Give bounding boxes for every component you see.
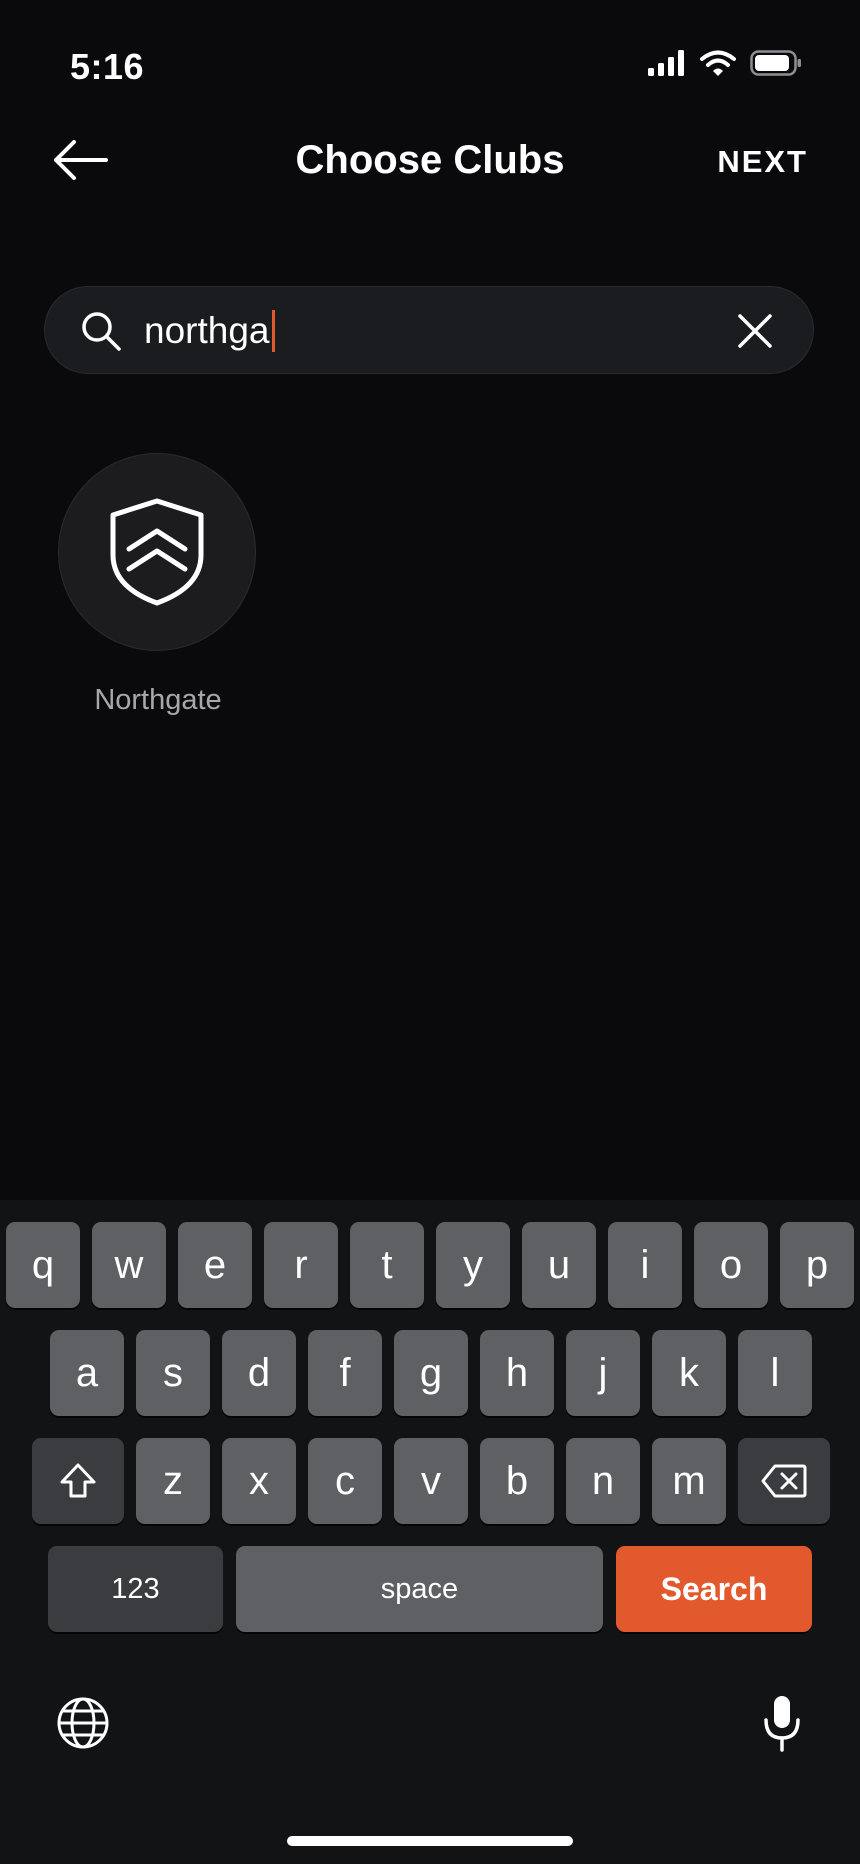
key-i[interactable]: i (608, 1222, 682, 1308)
shield-chevron-icon (110, 498, 204, 606)
club-result-northgate[interactable] (58, 453, 256, 651)
close-icon (738, 314, 772, 348)
club-name: Northgate (94, 684, 222, 716)
keyboard: q w e r t y u i o p a s d f g h j k l z … (0, 1200, 860, 1864)
backspace-key[interactable] (738, 1438, 830, 1524)
key-z[interactable]: z (136, 1438, 210, 1524)
space-key[interactable]: space (236, 1546, 603, 1632)
key-b[interactable]: b (480, 1438, 554, 1524)
key-u[interactable]: u (522, 1222, 596, 1308)
key-s[interactable]: s (136, 1330, 210, 1416)
key-f[interactable]: f (308, 1330, 382, 1416)
key-q[interactable]: q (6, 1222, 80, 1308)
battery-icon (750, 50, 801, 76)
search-key[interactable]: Search (616, 1546, 812, 1632)
next-button[interactable]: NEXT (717, 144, 808, 180)
key-l[interactable]: l (738, 1330, 812, 1416)
key-p[interactable]: p (780, 1222, 854, 1308)
microphone-icon (764, 1696, 800, 1752)
numbers-key[interactable]: 123 (48, 1546, 223, 1632)
wifi-icon (700, 50, 736, 76)
key-d[interactable]: d (222, 1330, 296, 1416)
key-m[interactable]: m (652, 1438, 726, 1524)
search-value: northga (144, 310, 270, 351)
key-h[interactable]: h (480, 1330, 554, 1416)
key-w[interactable]: w (92, 1222, 166, 1308)
key-t[interactable]: t (350, 1222, 424, 1308)
search-field-text[interactable]: northga (144, 306, 275, 356)
text-cursor (271, 310, 275, 352)
key-y[interactable]: y (436, 1222, 510, 1308)
key-g[interactable]: g (394, 1330, 468, 1416)
key-r[interactable]: r (264, 1222, 338, 1308)
key-k[interactable]: k (652, 1330, 726, 1416)
home-indicator[interactable] (287, 1836, 573, 1846)
key-a[interactable]: a (50, 1330, 124, 1416)
key-v[interactable]: v (394, 1438, 468, 1524)
key-c[interactable]: c (308, 1438, 382, 1524)
search-icon (82, 312, 121, 351)
status-icons (648, 50, 802, 76)
key-j[interactable]: j (566, 1330, 640, 1416)
shift-key[interactable] (32, 1438, 124, 1524)
shift-icon (60, 1463, 96, 1498)
clear-search-button[interactable] (730, 306, 780, 356)
globe-icon (57, 1697, 109, 1749)
globe-button[interactable] (56, 1696, 110, 1750)
dictation-button[interactable] (762, 1694, 802, 1754)
backspace-icon (761, 1464, 807, 1498)
key-o[interactable]: o (694, 1222, 768, 1308)
key-n[interactable]: n (566, 1438, 640, 1524)
signal-icon (648, 50, 684, 76)
key-e[interactable]: e (178, 1222, 252, 1308)
status-time: 5:16 (70, 46, 145, 87)
key-x[interactable]: x (222, 1438, 296, 1524)
